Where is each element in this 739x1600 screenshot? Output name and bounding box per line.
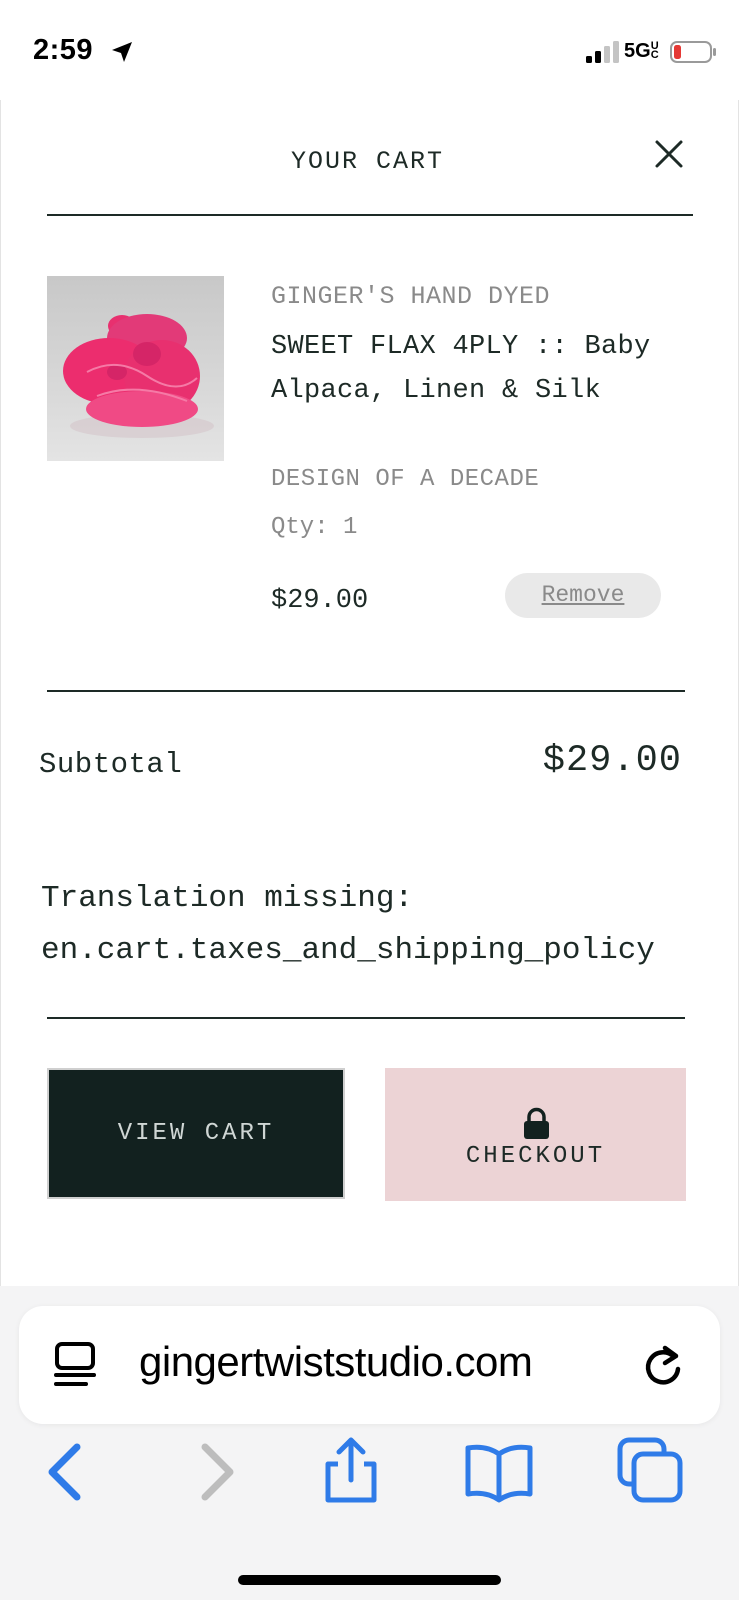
url-text[interactable]: gingertwiststudio.com: [139, 1338, 533, 1386]
checkout-button[interactable]: CHECKOUT: [385, 1068, 686, 1201]
address-bar[interactable]: gingertwiststudio.com: [19, 1306, 720, 1424]
product-quantity: Qty: 1: [271, 514, 358, 541]
divider: [47, 1017, 685, 1019]
yarn-skein-image: [63, 314, 214, 438]
back-icon[interactable]: [32, 1436, 102, 1506]
cart-drawer: YOUR CART GINGER'S HAND DYED SWEET FLAX …: [0, 100, 739, 1286]
status-time: 2:59: [33, 34, 94, 66]
divider: [47, 690, 685, 692]
product-image[interactable]: [47, 276, 224, 461]
product-vendor: GINGER'S HAND DYED: [271, 282, 551, 311]
remove-button[interactable]: Remove: [505, 573, 661, 618]
product-price: $29.00: [271, 586, 369, 616]
product-name[interactable]: SWEET FLAX 4PLY :: Baby Alpaca, Linen & …: [271, 325, 691, 413]
location-arrow-icon: [112, 42, 132, 62]
reload-icon[interactable]: [641, 1344, 685, 1388]
close-icon[interactable]: [651, 136, 687, 172]
page-menu-icon[interactable]: [52, 1340, 98, 1390]
note-line: Translation missing:: [41, 881, 414, 916]
browser-toolbar: gingertwiststudio.com: [0, 1286, 739, 1600]
subtotal-value: $29.00: [542, 740, 682, 782]
view-cart-button[interactable]: VIEW CART: [47, 1068, 345, 1199]
battery-icon: [670, 41, 716, 63]
forward-icon[interactable]: [180, 1436, 250, 1506]
taxes-shipping-note: Translation missing: en.cart.taxes_and_s…: [41, 873, 738, 977]
lock-icon: [524, 1107, 549, 1139]
share-icon[interactable]: [316, 1436, 386, 1506]
network-type: 5GUC: [624, 40, 659, 62]
checkout-label: CHECKOUT: [465, 1143, 606, 1170]
divider: [47, 214, 693, 216]
bookmarks-icon[interactable]: [464, 1436, 534, 1506]
product-variant: DESIGN OF A DECADE: [271, 466, 540, 493]
subtotal-label: Subtotal: [39, 748, 183, 781]
note-line: en.cart.taxes_and_shipping_policy: [41, 933, 655, 968]
tabs-icon[interactable]: [616, 1436, 686, 1506]
home-indicator: [238, 1575, 501, 1585]
status-bar: 2:59 5GUC: [0, 0, 739, 100]
signal-bars-icon: [586, 41, 619, 63]
cart-title: YOUR CART: [290, 147, 445, 176]
